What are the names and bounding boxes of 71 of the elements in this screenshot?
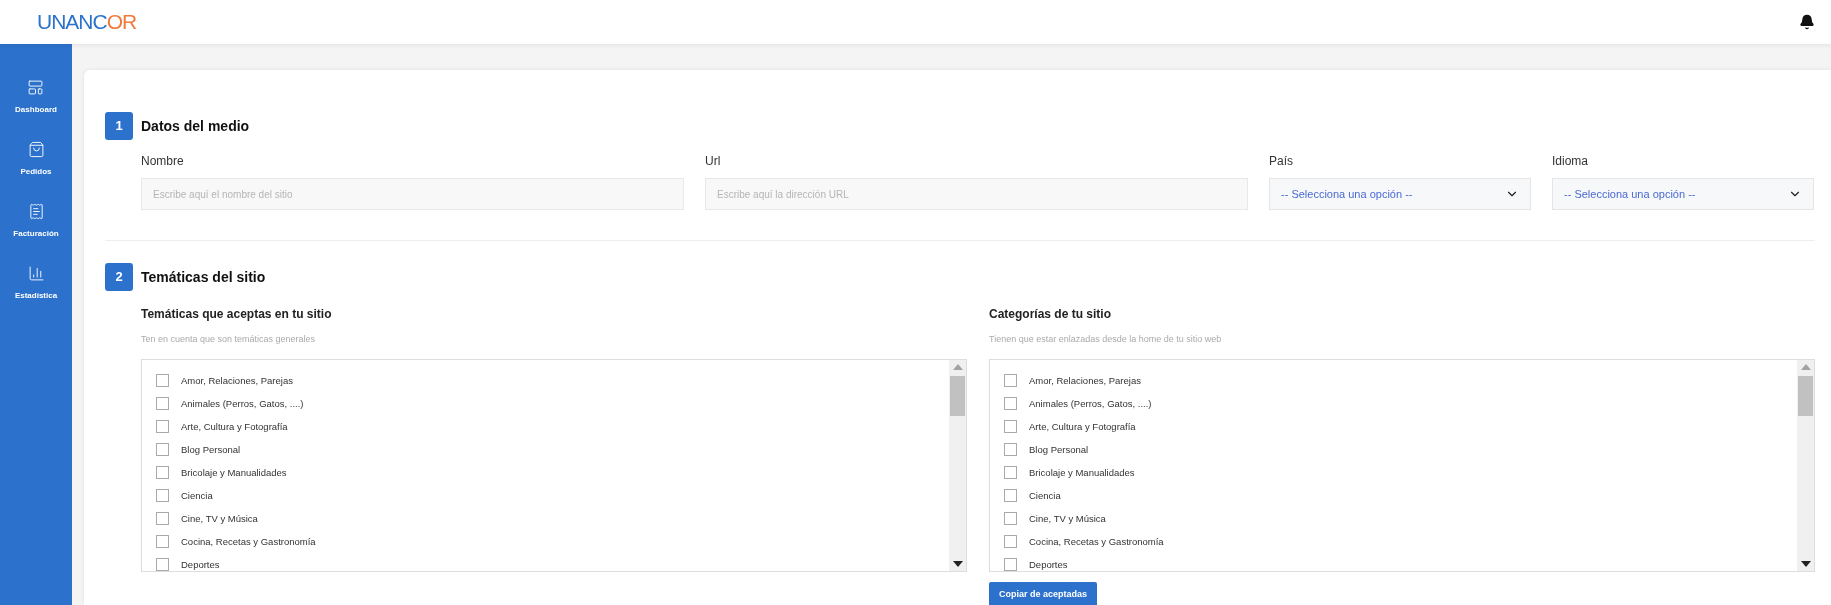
scrollbar-thumb[interactable] [1798, 375, 1813, 416]
receipt-icon [27, 203, 45, 220]
checkbox[interactable] [1004, 511, 1017, 525]
sidebar-item[interactable]: Dashboard [15, 79, 57, 116]
option-label: Arte, Cultura y Fotografía [1029, 419, 1136, 433]
checkbox[interactable] [156, 373, 169, 387]
option-label: Deportes [181, 557, 220, 571]
group-title: Categorías de tu sitio [989, 306, 1113, 323]
option-label: Blog Personal [181, 442, 241, 456]
option-label: Cocina, Recetas y Gastronomía [181, 534, 316, 548]
option-label: Bricolaje y Manualidades [1029, 465, 1135, 479]
scroll-up-icon[interactable] [1800, 363, 1811, 370]
group-hint: Tienen que estar enlazadas desde la home de tu sitio web [989, 333, 1223, 346]
logo[interactable]: UNANCOR [37, 6, 137, 38]
checkbox[interactable] [1004, 419, 1017, 433]
checkbox[interactable] [1004, 465, 1017, 479]
option-label: Amor, Relaciones, Parejas [181, 373, 293, 387]
scrollbar[interactable] [949, 359, 966, 571]
option-label: Bricolaje y Manualidades [181, 465, 287, 479]
group-hint: Ten en cuenta que son temáticas generales [141, 333, 317, 346]
option-label: Animales (Perros, Gatos, ....) [1029, 396, 1152, 410]
group-title: Temáticas que aceptas en tu sitio [141, 306, 333, 323]
scrollbar[interactable] [1797, 359, 1814, 571]
option-label: Arte, Cultura y Fotografía [181, 419, 288, 433]
scroll-up-icon[interactable] [952, 363, 963, 370]
bag-icon [27, 141, 45, 158]
option-label: Ciencia [1029, 488, 1061, 502]
checkbox[interactable] [156, 534, 169, 548]
field-label: Idioma [1552, 153, 1590, 170]
checkbox[interactable] [156, 511, 169, 525]
option-label: Amor, Relaciones, Parejas [1029, 373, 1141, 387]
checkbox[interactable] [1004, 396, 1017, 410]
text-field[interactable]: Escribe aquí la dirección URL [705, 178, 1248, 210]
option-label: Deportes [1029, 557, 1068, 571]
checkbox[interactable] [1004, 442, 1017, 456]
sidebar-item[interactable]: Pedidos [20, 141, 52, 178]
checkbox[interactable] [1004, 534, 1017, 548]
option-label: Cine, TV y Música [1029, 511, 1106, 525]
checkbox[interactable] [156, 396, 169, 410]
bell-icon[interactable] [1799, 14, 1815, 30]
option-label: Ciencia [181, 488, 213, 502]
step-number: 1 [105, 112, 133, 140]
checkbox[interactable] [156, 465, 169, 479]
layout-icon [27, 79, 45, 96]
option-label: Cocina, Recetas y Gastronomía [1029, 534, 1164, 548]
option-label: Animales (Perros, Gatos, ....) [181, 396, 304, 410]
sidebar-item[interactable]: Facturación [13, 203, 59, 240]
option-label: Blog Personal [1029, 442, 1089, 456]
bar-chart-icon [27, 265, 45, 282]
text-field[interactable]: Escribe aquí el nombre del sitio [141, 178, 684, 210]
checkbox[interactable] [1004, 488, 1017, 502]
checkbox[interactable] [1004, 557, 1017, 571]
checkbox[interactable] [1004, 373, 1017, 387]
field-label: Nombre [141, 153, 185, 170]
select-field[interactable]: -- Selecciona una opción -- [1269, 178, 1531, 210]
checkbox[interactable] [156, 557, 169, 571]
checkbox[interactable] [156, 419, 169, 433]
checkbox[interactable] [156, 488, 169, 502]
section-title: Datos del medio [141, 116, 250, 136]
sidebar-item[interactable]: Estadística [14, 265, 58, 302]
option-label: Cine, TV y Música [181, 511, 258, 525]
step-number: 2 [105, 263, 133, 291]
checkbox[interactable] [156, 442, 169, 456]
field-label: Url [705, 153, 722, 170]
copy-button[interactable]: Copiar de aceptadas [989, 581, 1098, 605]
field-label: País [1269, 153, 1294, 170]
scroll-down-icon[interactable] [952, 560, 963, 567]
scrollbar-thumb[interactable] [950, 375, 965, 416]
scroll-down-icon[interactable] [1800, 560, 1811, 567]
select-field[interactable]: -- Selecciona una opción -- [1552, 178, 1814, 210]
section-title: Temáticas del sitio [141, 267, 266, 287]
